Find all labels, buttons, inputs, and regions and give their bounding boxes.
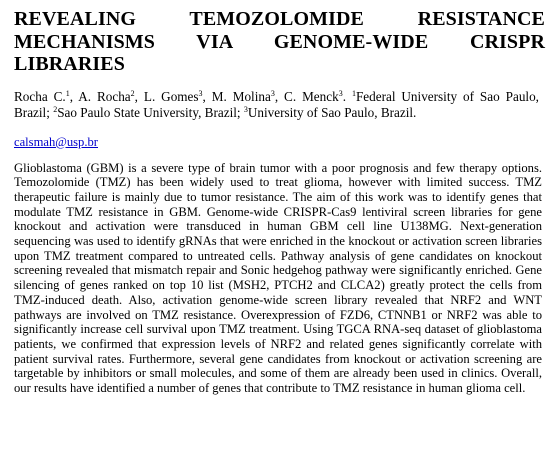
title-line-3: LIBRARIES: [14, 53, 125, 75]
affiliation-marker: 3: [338, 88, 343, 98]
title-line-2: MECHANISMS VIA GENOME-WIDE CRISPR: [14, 30, 545, 53]
contact-email-link[interactable]: calsmah@usp.br: [14, 135, 98, 149]
abstract-page: REVEALING TEMOZOLOMIDE RESISTANCE MECHAN…: [0, 0, 559, 473]
author-name: , L. Gomes: [134, 88, 199, 104]
affiliation-text: University of Sao Paulo, Brazil.: [247, 104, 417, 120]
author-name: , A. Rocha: [69, 88, 131, 104]
affiliation-text: Sao Paulo State University, Brazil;: [57, 104, 244, 120]
paper-title: REVEALING TEMOZOLOMIDE RESISTANCE MECHAN…: [14, 8, 545, 76]
title-line-1: REVEALING TEMOZOLOMIDE RESISTANCE: [14, 8, 545, 30]
author-name: , M. Molina: [202, 88, 271, 104]
author-name: Rocha C.: [14, 88, 66, 104]
abstract-body: Glioblastoma (GBM) is a severe type of b…: [14, 160, 542, 396]
author-name: , C. Menck: [274, 88, 339, 104]
author-list: Rocha C.1, A. Rocha2, L. Gomes3, M. Moli…: [14, 88, 539, 120]
